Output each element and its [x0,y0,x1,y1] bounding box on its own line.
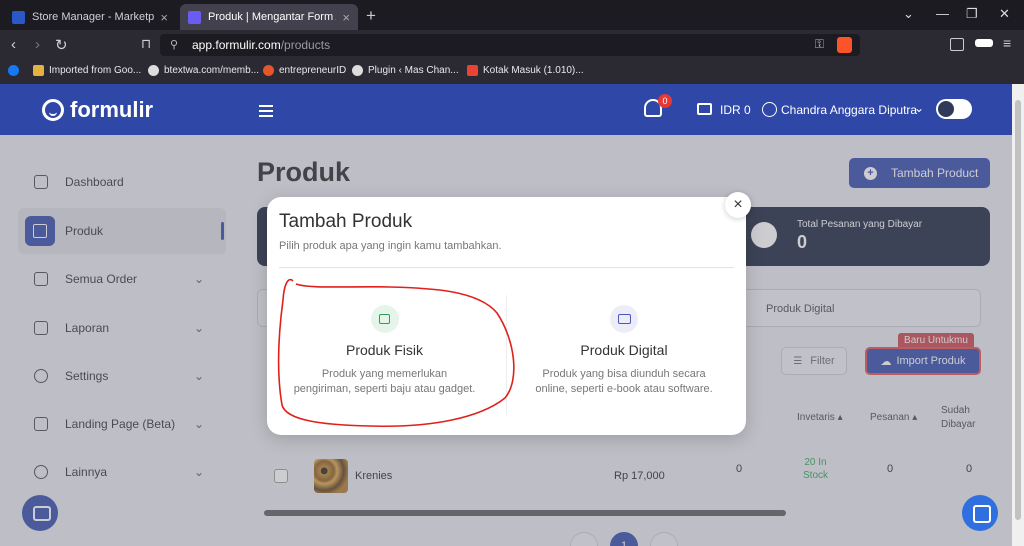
bookmark-imported[interactable]: Imported from Goo... [33,65,141,76]
restore-icon[interactable]: ❐ [966,6,978,22]
url-path: /products [280,38,331,52]
key-icon[interactable]: ⚿ [815,37,824,52]
formulir-favicon-icon [188,10,201,24]
menu-icon[interactable]: ≡ [1003,35,1011,51]
formulir-logo[interactable]: formulir [42,97,153,123]
bookmark-label: btextwa.com/memb... [164,65,260,76]
hamburger-menu-icon[interactable] [259,105,273,120]
facebook-icon [8,65,19,76]
browser-tab-produk[interactable]: Produk | Mengantar Form App × [180,4,358,30]
bookmark-label: entrepreneurID [279,65,347,76]
bookmark-label: Imported from Goo... [49,65,142,76]
bookmark-label: Kotak Masuk (1.010)... [483,65,584,76]
sidebar-toggle-icon[interactable] [950,38,964,51]
wordpress-icon [352,65,363,76]
logo-text: formulir [70,97,154,122]
browser-tab-bar: Store Manager - Marketplace Mas C × Prod… [0,0,1024,30]
gmail-icon [467,65,478,76]
bookmark-facebook[interactable] [8,65,24,76]
brave-shield-icon[interactable] [837,37,852,53]
url-field[interactable]: ⚲ app.formulir.com/products ⚿ [160,34,860,56]
window-close-icon[interactable]: ✕ [999,6,1010,22]
bookmark-plugin[interactable]: Plugin ‹ Mas Chan... [352,65,459,76]
private-glasses-icon[interactable] [975,39,993,47]
tab-title: Store Manager - Marketplace Mas C [32,11,155,23]
option-produk-fisik[interactable]: Produk Fisik Produk yang memerlukan peng… [267,295,502,415]
add-product-modal: Tambah Produk Pilih produk apa yang ingi… [267,197,746,435]
folder-icon [33,65,44,76]
theme-toggle[interactable] [936,99,972,119]
reload-icon[interactable]: ↻ [55,36,68,54]
entrepreneur-icon [263,65,274,76]
user-menu-chevron-icon[interactable]: ⌄ [914,101,924,115]
notification-count-badge: 0 [658,94,672,108]
option-title: Produk Fisik [345,342,424,358]
modal-subtitle: Pilih produk apa yang ingin kamu tambahk… [279,240,502,252]
tab-title: Produk | Mengantar Form App [208,11,336,23]
new-tab-icon[interactable]: + [366,6,376,26]
bookmark-gmail[interactable]: Kotak Masuk (1.010)... [467,65,584,76]
modal-close-button[interactable]: × [725,192,751,218]
bookmark-icon[interactable]: ⊓ [141,36,151,52]
monitor-icon [610,305,638,333]
bookmarks-bar: Imported from Goo... btextwa.com/memb...… [0,60,1024,84]
wallet-icon [697,103,712,115]
option-description: Produk yang bisa diunduh secara online, … [535,368,713,395]
minimize-icon[interactable]: — [936,6,949,21]
scrollbar-thumb[interactable] [1015,100,1021,520]
vertical-scrollbar[interactable] [1012,84,1024,546]
tab-list-chevron-icon[interactable]: ⌄ [903,6,914,22]
forward-icon[interactable]: › [35,36,40,53]
user-avatar-icon[interactable] [762,102,777,117]
url-host: app.formulir.com [192,38,281,52]
bookmark-btextwa[interactable]: btextwa.com/memb... [148,65,259,76]
option-title: Produk Digital [580,342,668,358]
app-header: formulir 0 IDR 0 Chandra Anggara Diputra… [0,84,1012,135]
globe-icon [148,65,159,76]
bookmark-label: Plugin ‹ Mas Chan... [368,65,459,76]
physical-box-icon [370,305,399,333]
option-produk-digital[interactable]: Produk Digital Produk yang bisa diunduh … [506,295,741,415]
help-chat-icon[interactable] [962,495,998,531]
store-favicon-icon [12,10,25,24]
browser-tab-store-manager[interactable]: Store Manager - Marketplace Mas C × [4,4,176,30]
close-tab-icon[interactable]: × [342,10,350,25]
modal-title: Tambah Produk [279,211,413,232]
bookmark-entrepreneurid[interactable]: entrepreneurID [263,65,346,76]
modal-divider [279,267,734,268]
address-bar-row: ‹ › ↻ ⊓ ⚲ app.formulir.com/products ⚿ ≡ [0,30,1024,60]
close-tab-icon[interactable]: × [160,10,168,25]
formulir-logo-icon [42,99,64,121]
option-description: Produk yang memerlukan pengiriman, seper… [293,368,476,395]
balance-text: IDR 0 [720,103,751,117]
back-icon[interactable]: ‹ [11,36,16,53]
site-info-icon[interactable]: ⚲ [170,38,178,51]
user-name[interactable]: Chandra Anggara Diputra [781,103,917,117]
